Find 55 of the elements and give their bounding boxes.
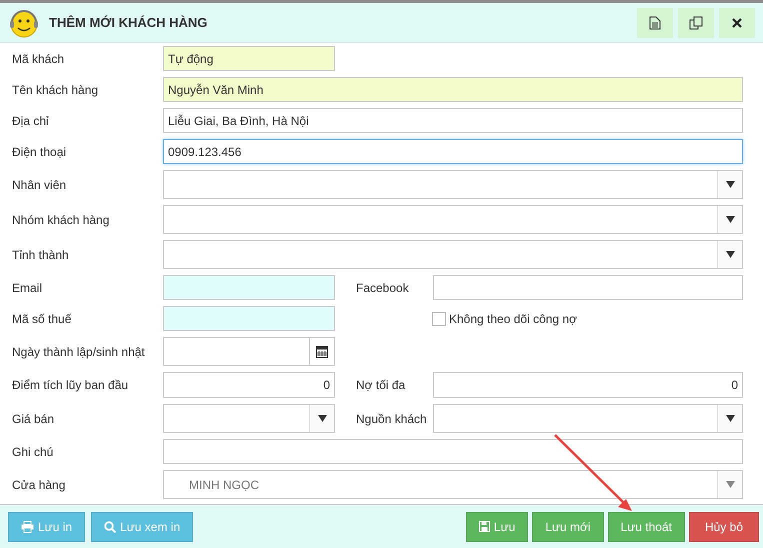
dropdown-field[interactable] [163,170,743,199]
dropdown-field[interactable] [433,404,743,433]
text-field[interactable] [433,275,743,300]
checkbox-label: Không theo dõi công nợ [449,312,577,326]
field-label: Nguồn khách [356,412,428,426]
caret-icon [726,415,734,422]
text-field[interactable]: 0 [433,372,743,398]
copy-icon [689,16,703,30]
text-field[interactable]: 0 [163,372,335,398]
caret-icon [726,481,734,488]
dropdown-field[interactable] [163,404,335,433]
field-label: Nhóm khách hàng [12,212,110,226]
document-button[interactable] [637,8,673,38]
checkbox[interactable] [432,312,446,326]
copy-button[interactable] [678,8,714,38]
search-icon [104,520,116,532]
field-label: Nhân viên [12,178,68,192]
text-field[interactable] [163,275,335,300]
caret-icon [726,251,734,258]
text-field[interactable] [163,306,335,331]
field-label: Facebook [356,280,410,294]
caret-icon [726,181,734,188]
dropdown-field[interactable] [163,205,743,234]
date-field[interactable] [163,337,335,366]
text-field[interactable]: Nguyễn Văn Minh [163,77,743,102]
field-label: Ghi chú [12,444,54,458]
text-field[interactable]: Tự động [163,46,335,71]
field-label: Điện thoại [12,144,68,158]
action-button[interactable]: Lưu mới [532,512,604,542]
field-label: Điểm tích lũy ban đầu [12,378,130,392]
field-label: Mã số thuế [12,312,72,326]
close-icon [732,18,742,28]
field-label: Email [12,280,44,294]
field-label: Tỉnh thành [12,248,70,262]
text-field[interactable]: 0909.123.456 [163,139,743,164]
field-label: Mã khách [12,52,66,66]
dropdown-field[interactable] [163,240,743,269]
close-button[interactable] [719,8,755,38]
action-button[interactable]: Lưu thoát [608,512,685,542]
field-label: Nợ tối đa [356,378,406,392]
field-label: Ngày thành lập/sinh nhật [12,344,146,358]
text-field[interactable]: Liễu Giai, Ba Đình, Hà Nội [163,108,743,133]
action-button[interactable]: Hủy bỏ [688,512,759,542]
field-label: Tên khách hàng [12,82,100,96]
dialog-title: THÊM MỚI KHÁCH HÀNG [49,15,208,30]
calendar-icon [316,345,328,358]
document-icon [649,16,661,30]
action-button[interactable]: Lưu [466,512,528,542]
field-label: Địa chỉ [12,114,50,128]
field-label: Giá bán [12,412,56,426]
printer-icon [21,520,34,532]
caret-icon [726,216,734,223]
field-label: Cửa hàng [12,478,66,492]
text-field[interactable] [163,439,743,464]
caret-icon [318,415,326,422]
